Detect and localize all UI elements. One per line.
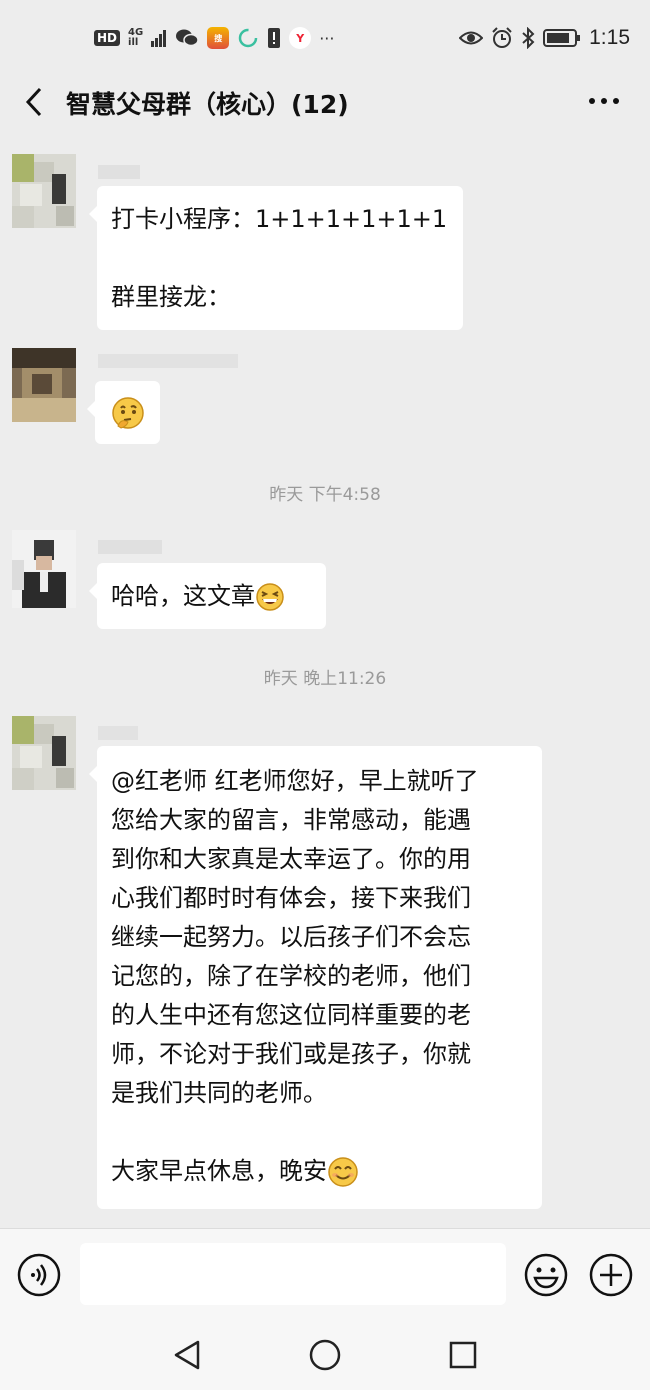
message-input[interactable]	[80, 1243, 506, 1305]
wechat-icon	[176, 29, 199, 47]
message-text: 哈哈，这文章	[111, 582, 255, 610]
alert-icon	[268, 28, 281, 48]
alarm-icon	[492, 27, 512, 48]
message-line: 到你和大家真是太幸运了。你的用	[111, 845, 471, 873]
voice-button[interactable]	[17, 1253, 61, 1297]
battery-icon	[543, 29, 581, 47]
more-features-button[interactable]	[589, 1253, 633, 1297]
avatar[interactable]	[12, 530, 76, 608]
hd-icon: HD	[94, 30, 121, 46]
message-line-last: 大家早点休息，晚安	[111, 1152, 528, 1191]
sender-name-blurred	[98, 354, 238, 368]
nav-recents-button[interactable]	[447, 1339, 479, 1371]
signal-bars-icon	[151, 30, 167, 47]
plus-circle-icon	[589, 1253, 633, 1297]
nav-recents-icon	[449, 1341, 477, 1369]
message-line: 的人生中还有您这位同样重要的老	[111, 1001, 471, 1029]
bluetooth-icon	[522, 27, 535, 49]
message-timestamp: 昨天 晚上11:26	[263, 669, 387, 689]
chat-title: 智慧父母群（核心）(12)	[66, 90, 349, 119]
message-bubble[interactable]: 打卡小程序：1+1+1+1+1+1 群里接龙：	[89, 186, 463, 330]
eye-icon	[459, 31, 484, 45]
message-line: 师，不论对于我们或是孩子，你就	[111, 1040, 471, 1068]
message-line: @红老师 红老师您好，早上就听了	[111, 767, 479, 795]
message-line	[111, 1113, 528, 1152]
more-dots-icon	[589, 98, 619, 104]
back-button[interactable]	[16, 82, 52, 122]
status-time: 1:15	[589, 26, 630, 49]
nav-home-button[interactable]	[308, 1338, 342, 1372]
message-line: 是我们共同的老师。	[111, 1079, 327, 1107]
sender-name-blurred	[98, 165, 140, 179]
message-bubble[interactable]	[87, 381, 160, 444]
message-line: 打卡小程序：1+1+1+1+1+1	[111, 205, 448, 233]
status-bar: HD 4G ill 搜 Y ··· 1:15	[0, 0, 650, 74]
nav-back-button[interactable]	[170, 1338, 204, 1372]
chevron-left-icon	[25, 87, 42, 117]
signal-icon: 4G ill	[128, 28, 143, 48]
message-line: 您给大家的留言，非常感动，能遇	[111, 806, 471, 834]
nav-home-icon	[309, 1339, 341, 1371]
message-timestamp: 昨天 下午4:58	[269, 485, 381, 505]
chat-header: 智慧父母群（核心）(12)	[0, 74, 650, 130]
message-line: 心我们都时时有体会，接下来我们	[111, 884, 471, 912]
network-sub-label: ill	[128, 37, 139, 48]
smiling-face-emoji-icon	[328, 1157, 358, 1187]
message-line: 继续一起努力。以后孩子们不会忘	[111, 923, 471, 951]
input-bar	[0, 1228, 650, 1323]
status-bar-left: HD 4G ill 搜 Y ···	[94, 24, 334, 52]
status-bar-right: 1:15	[459, 24, 630, 52]
more-notifications-icon: ···	[319, 28, 335, 48]
sender-name-blurred	[98, 540, 162, 554]
emoji-button[interactable]	[524, 1253, 568, 1297]
emoji-icon	[524, 1253, 568, 1297]
voice-icon	[17, 1253, 61, 1297]
avatar[interactable]	[12, 716, 76, 790]
system-nav-bar	[0, 1322, 650, 1390]
message-line	[111, 239, 449, 278]
sohu-app-icon: 搜	[207, 27, 230, 49]
yidian-app-icon: Y	[289, 27, 312, 49]
avatar[interactable]	[12, 348, 76, 422]
avatar[interactable]	[12, 154, 76, 228]
message-line: 群里接龙：	[111, 283, 231, 311]
message-line: 记您的，除了在学校的老师，他们	[111, 962, 471, 990]
grinning-squint-emoji-icon	[256, 583, 284, 611]
spinner-app-icon	[238, 28, 258, 48]
more-button[interactable]	[584, 86, 624, 116]
message-bubble[interactable]: @红老师 红老师您好，早上就听了 您给大家的留言，非常感动，能遇 到你和大家真是…	[89, 746, 542, 1209]
message-text: 大家早点休息，晚安	[111, 1157, 327, 1185]
thinking-face-emoji-icon	[111, 396, 144, 429]
sender-name-blurred	[98, 726, 138, 740]
message-bubble[interactable]: 哈哈，这文章	[89, 563, 326, 629]
nav-back-icon	[174, 1340, 200, 1370]
